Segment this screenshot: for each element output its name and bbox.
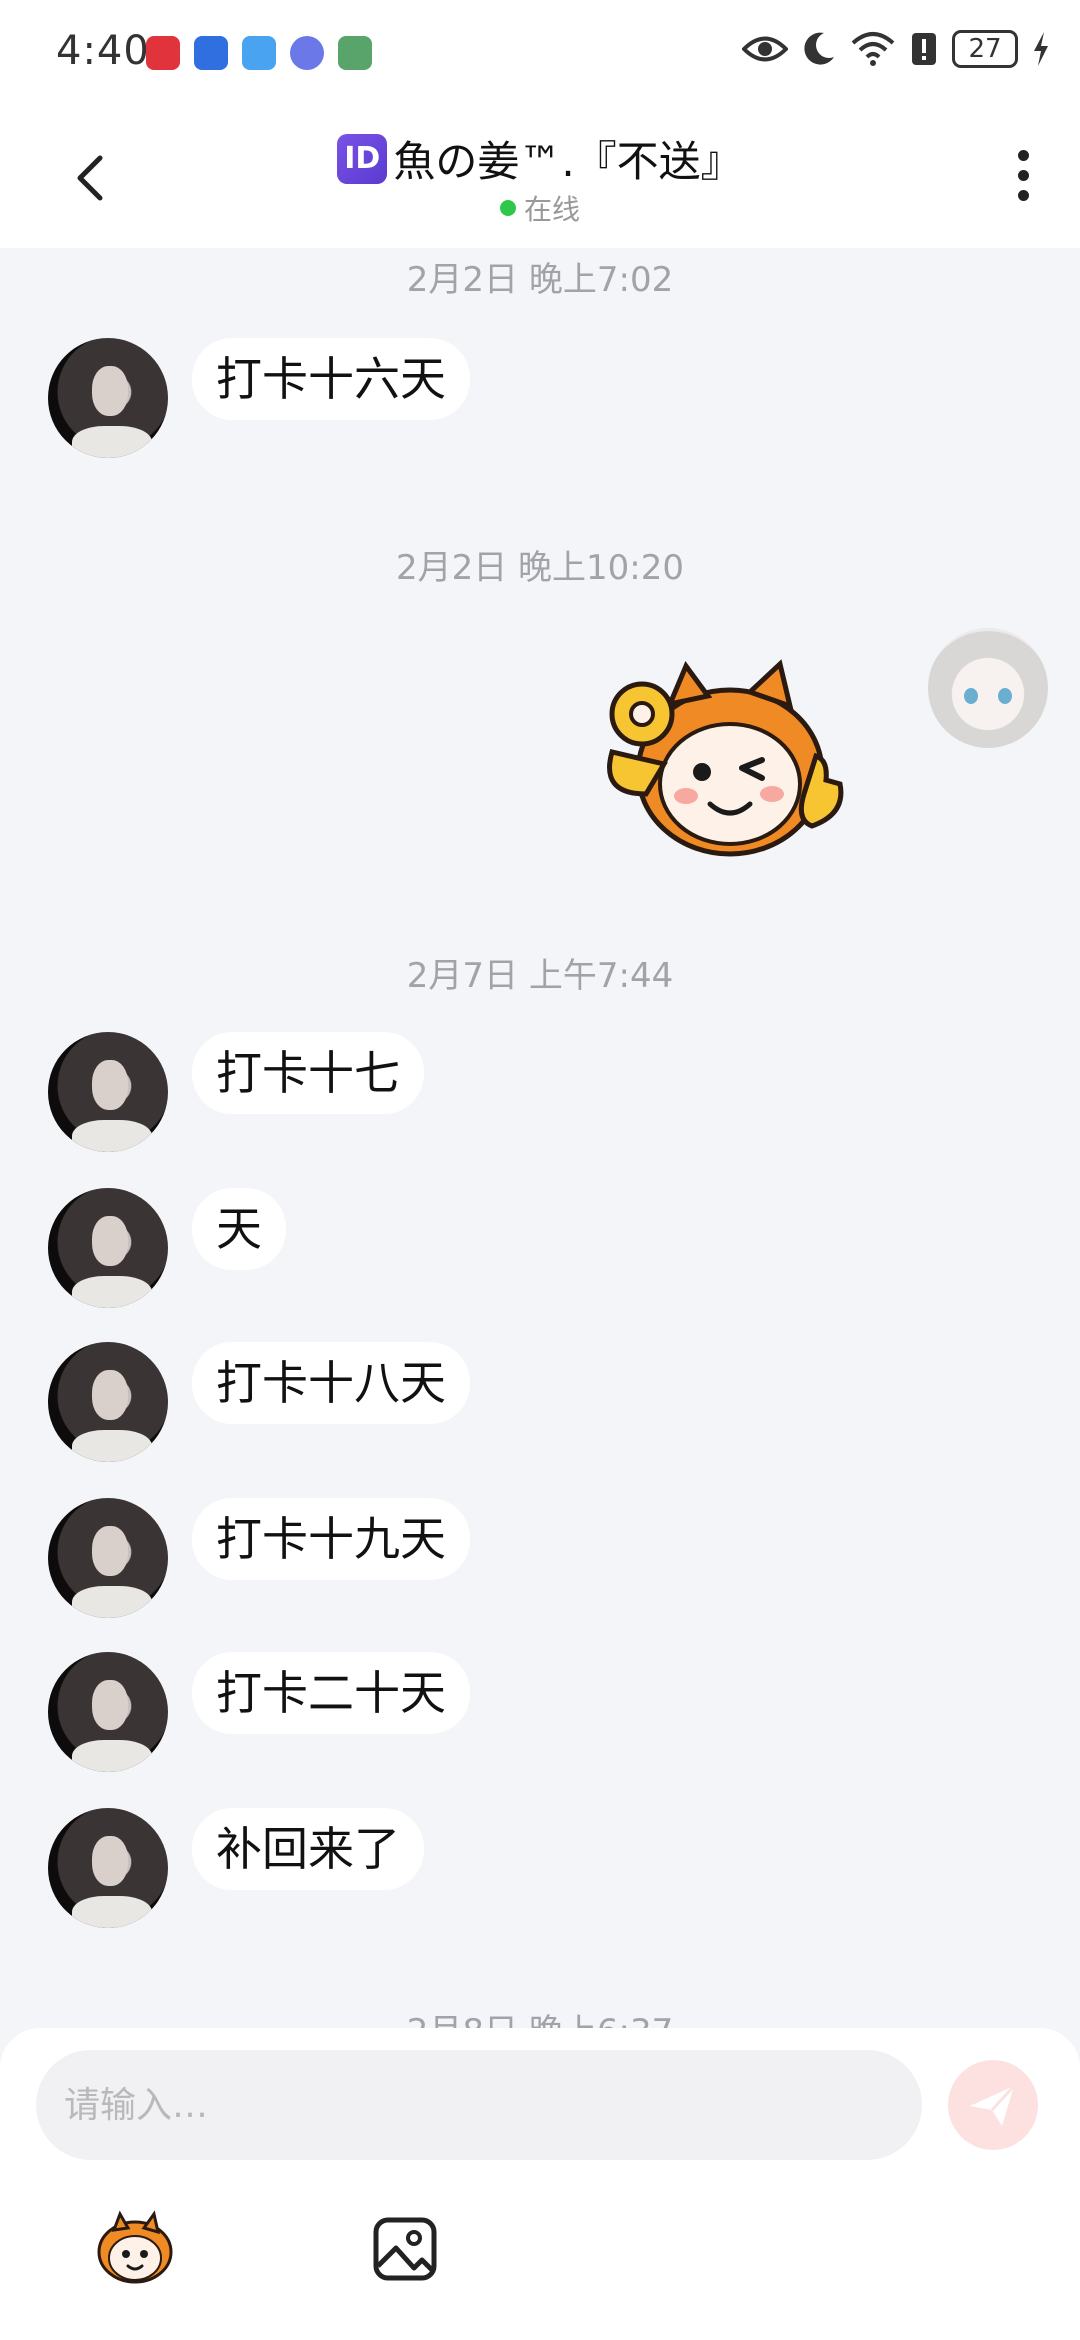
- online-status: 在线: [0, 188, 1080, 228]
- more-dot: [1017, 170, 1029, 181]
- emoji-mascot-icon[interactable]: [92, 2208, 178, 2288]
- message-timestamp: 2月2日 晚上10:20: [395, 548, 685, 588]
- alert-icon: [912, 33, 936, 65]
- message-bubble[interactable]: 天: [192, 1188, 286, 1270]
- received-message: 打卡十六天: [48, 338, 470, 458]
- id-badge: ID: [337, 133, 388, 184]
- received-message: 打卡十七: [48, 1032, 424, 1152]
- chat-title-wrap[interactable]: ID 魚の姜™.『不送』: [0, 128, 1080, 189]
- paper-plane-icon: [970, 2084, 1016, 2126]
- eye-icon: [742, 36, 788, 62]
- received-message: 打卡十九天: [48, 1498, 470, 1618]
- wifi-icon: [851, 32, 895, 66]
- message-bubble[interactable]: 打卡十八天: [192, 1342, 470, 1424]
- photo-app-icon: [338, 36, 372, 70]
- contact-avatar[interactable]: [48, 1032, 168, 1152]
- status-bar: 4:40 27: [0, 0, 1080, 110]
- contact-avatar[interactable]: [48, 1652, 168, 1772]
- contact-avatar[interactable]: [48, 338, 168, 458]
- status-time: 4:40: [56, 28, 150, 74]
- weather-app-icon: [242, 36, 276, 70]
- chat-title: 魚の姜™.『不送』: [393, 137, 743, 186]
- huawei-app-icon: [146, 36, 180, 70]
- contact-avatar[interactable]: [48, 1808, 168, 1928]
- message-bubble[interactable]: 打卡十九天: [192, 1498, 470, 1580]
- message-timestamp: 2月7日 上午7:44: [406, 956, 674, 996]
- received-message: 补回来了: [48, 1808, 424, 1928]
- message-input[interactable]: [36, 2050, 922, 2160]
- message-bubble[interactable]: 打卡十七: [192, 1032, 424, 1114]
- notification-icons: [146, 36, 372, 70]
- online-status-text: 在线: [523, 193, 580, 226]
- contact-avatar[interactable]: [48, 1188, 168, 1308]
- charging-icon: [1034, 32, 1048, 66]
- moon-icon: [804, 32, 834, 65]
- image-icon[interactable]: [370, 2214, 440, 2284]
- received-message: 打卡二十天: [48, 1652, 470, 1772]
- input-panel: [0, 2028, 1080, 2340]
- system-status-icons: 27: [742, 30, 1050, 68]
- received-message: 天: [48, 1188, 286, 1308]
- send-button[interactable]: [948, 2060, 1038, 2150]
- my-avatar[interactable]: [928, 628, 1048, 748]
- more-options-button[interactable]: [1008, 150, 1038, 210]
- message-timestamp: 2月8日 晚上6:37: [0, 2004, 1080, 2028]
- ok-thumbs-up-mascot-sticker[interactable]: [590, 644, 850, 864]
- message-timestamp: 2月2日 晚上7:02: [406, 260, 674, 300]
- message-bubble[interactable]: 打卡二十天: [192, 1652, 470, 1734]
- received-message: 打卡十八天: [48, 1342, 470, 1462]
- message-bubble[interactable]: 打卡十六天: [192, 338, 470, 420]
- more-dot: [1017, 150, 1029, 161]
- chat-header: ID 魚の姜™.『不送』 在线: [0, 110, 1080, 248]
- music-app-icon: [290, 36, 324, 70]
- contact-avatar[interactable]: [48, 1342, 168, 1462]
- light-bulb-app-icon: [194, 36, 228, 70]
- online-dot: [499, 200, 516, 216]
- contact-avatar[interactable]: [48, 1498, 168, 1618]
- battery-icon: 27: [952, 30, 1018, 68]
- message-bubble[interactable]: 补回来了: [192, 1808, 424, 1890]
- more-dot: [1017, 190, 1029, 201]
- message-list[interactable]: 2月2日 晚上7:02 打卡十六天 2月2日 晚上10:20 2月7日 上午7:…: [0, 248, 1080, 2028]
